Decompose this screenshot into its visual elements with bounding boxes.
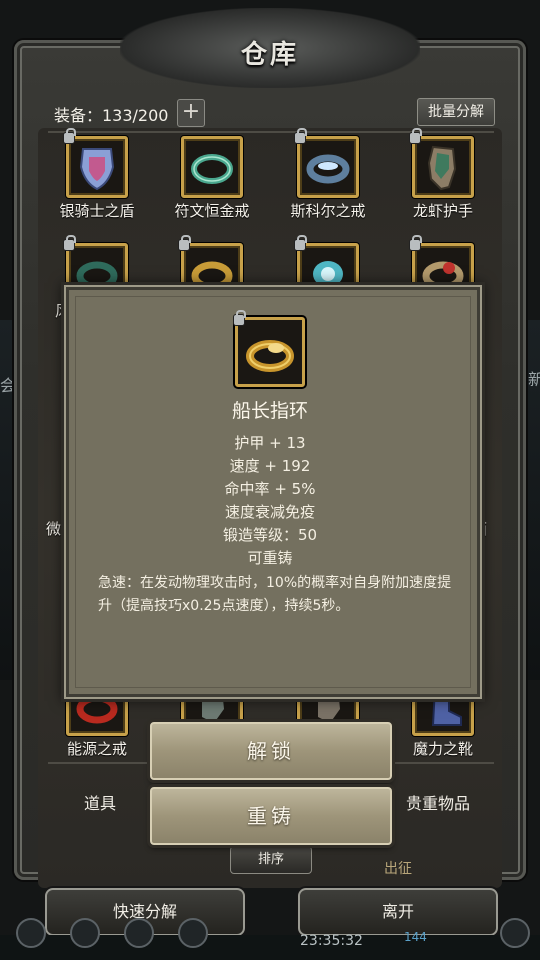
item-name-fragment: 微 <box>46 520 62 538</box>
item-slot[interactable]: 符文恒金戒 <box>167 136 257 221</box>
ring-icon <box>234 310 305 387</box>
tab-valuables[interactable]: 贵重物品 <box>406 790 470 814</box>
background-right-text: 新 <box>528 370 540 389</box>
lock-icon <box>179 235 191 250</box>
stat-recastable: 可重铸 <box>247 549 293 567</box>
batch-decompose-button[interactable]: 批量分解 <box>417 98 495 126</box>
header-divider <box>48 131 494 133</box>
menu-icon <box>124 918 154 948</box>
ring-icon <box>181 136 243 198</box>
item-stats: 护甲 + 13 速度 + 192 命中率 + 5% 速度衰减免疫 锻造等级：50… <box>66 432 474 570</box>
lock-icon <box>64 235 76 250</box>
item-name: 龙虾护手 <box>412 202 473 220</box>
item-name: 能源之戒 <box>66 740 127 758</box>
item-name: 斯科尔之戒 <box>290 202 366 220</box>
sort-button[interactable]: 排序 <box>230 846 312 874</box>
recast-button[interactable]: 重铸 <box>150 787 392 845</box>
stat-slow-immunity: 速度衰减免疫 <box>224 503 315 521</box>
unlock-button[interactable]: 解锁 <box>150 722 392 780</box>
level-number: 144 <box>404 930 427 944</box>
equipment-count: 装备：133/200 <box>54 106 169 125</box>
item-name: 魔力之靴 <box>412 740 473 758</box>
item-name: 银骑士之盾 <box>59 202 135 220</box>
item-description: 急速：在发动物理攻击时，10%的概率对自身附加速度提升（提高技巧x0.25点速度… <box>98 575 452 614</box>
leave-button[interactable]: 离开 <box>298 888 498 936</box>
shield-icon <box>64 128 128 198</box>
lock-icon <box>410 128 422 143</box>
lock-icon <box>64 128 76 143</box>
menu-icon <box>16 918 46 948</box>
item-name: 符文恒金戒 <box>174 202 250 220</box>
stat-forge-level: 锻造等级：50 <box>222 526 318 544</box>
stat-hit-rate: 命中率 + 5% <box>224 480 316 498</box>
menu-icon <box>70 918 100 948</box>
page-title: 仓库 <box>240 40 299 70</box>
stat-armor: 护甲 + 13 <box>234 434 306 452</box>
menu-icon <box>178 918 208 948</box>
lock-icon <box>295 128 307 143</box>
item-slot[interactable]: 斯科尔之戒 <box>283 128 373 221</box>
lock-icon <box>295 235 307 250</box>
tab-items[interactable]: 道具 <box>84 790 116 814</box>
item-detail-name: 船长指环 <box>231 400 308 422</box>
lock-icon <box>234 310 246 325</box>
ring-icon <box>295 128 359 198</box>
gauntlet-icon <box>410 128 474 198</box>
clock-text: 23:35:32 <box>300 933 363 949</box>
add-icon <box>500 918 530 948</box>
item-slot[interactable]: 银骑士之盾 <box>52 128 142 221</box>
expand-capacity-button[interactable]: + <box>177 99 205 127</box>
stat-speed: 速度 + 192 <box>229 457 311 475</box>
item-slot[interactable]: 龙虾护手 <box>398 128 488 221</box>
lock-icon <box>410 235 422 250</box>
background-expedition-text: 出征 <box>384 861 412 877</box>
